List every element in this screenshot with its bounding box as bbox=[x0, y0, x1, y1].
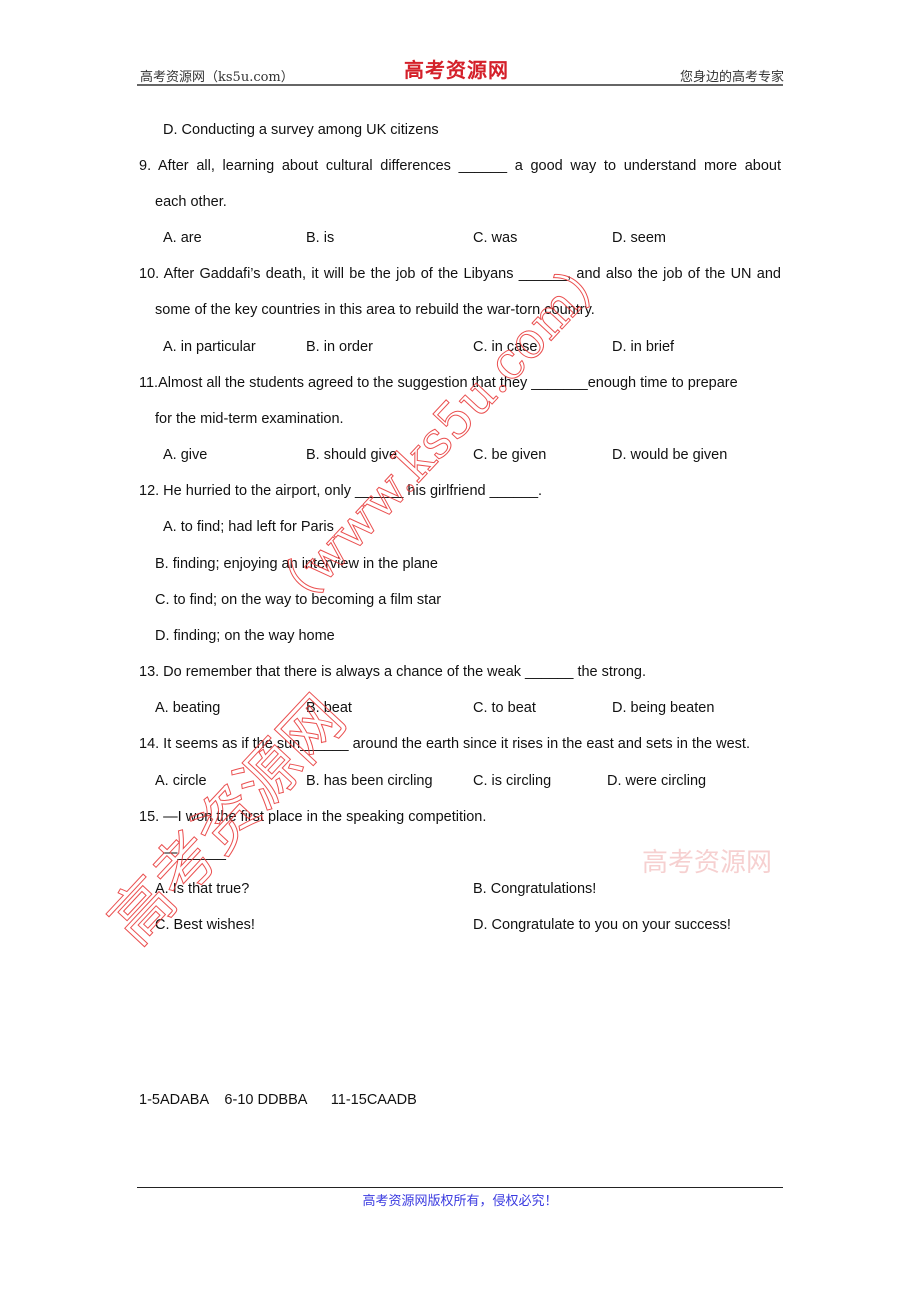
question-text: 14. It seems as if the sun______ around … bbox=[139, 736, 750, 752]
option-a: A. to find; had left for Paris bbox=[163, 519, 334, 535]
question-text: 13. Do remember that there is always a c… bbox=[139, 664, 646, 680]
response-blank: —______ bbox=[163, 845, 226, 861]
header-site-name: 高考资源网（ks5u.com） bbox=[140, 70, 294, 85]
option-a: A. beating bbox=[155, 700, 221, 716]
question-text: 11.Almost all the students agreed to the… bbox=[139, 375, 738, 391]
option-d: D. would be given bbox=[612, 447, 728, 463]
question-text: 15. —I won the first place in the speaki… bbox=[139, 809, 487, 825]
question-text: 12. He hurried to the airport, only ____… bbox=[139, 483, 543, 499]
document-page: 高考资源网（ks5u.com） 高考资源网 您身边的高考专家 D. Conduc… bbox=[0, 0, 920, 1302]
option-d: D. in brief bbox=[612, 339, 675, 355]
header-logo: 高考资源网 bbox=[404, 58, 509, 82]
option-d: D. being beaten bbox=[612, 700, 715, 716]
option-d: D. were circling bbox=[607, 773, 707, 789]
option-b: B. has been circling bbox=[306, 773, 433, 789]
question-text: each other. bbox=[155, 194, 227, 210]
option-c: C. to find; on the way to becoming a fil… bbox=[155, 592, 442, 608]
option-c: C. be given bbox=[473, 447, 547, 463]
question-text: 10. After Gaddafi’s death, it will be th… bbox=[139, 266, 781, 282]
watermark-faint-logo: 高考资源网 bbox=[642, 848, 773, 878]
footer-divider bbox=[137, 1187, 783, 1188]
option-d: D. seem bbox=[612, 230, 666, 246]
option-a: A. are bbox=[163, 230, 202, 246]
option-c: C. to beat bbox=[473, 700, 536, 716]
option-b: B. should give bbox=[306, 447, 398, 463]
option-a: A. in particular bbox=[163, 339, 256, 355]
option-c: C. is circling bbox=[473, 773, 552, 789]
option-b: B. beat bbox=[306, 700, 352, 716]
option-a: A. Is that true? bbox=[155, 881, 250, 897]
option-d: D. Congratulate to you on your success! bbox=[473, 917, 731, 933]
option-c: C. Best wishes! bbox=[155, 917, 255, 933]
option-b: B. Congratulations! bbox=[473, 881, 597, 897]
question-text: for the mid-term examination. bbox=[155, 411, 344, 427]
option-a: A. give bbox=[163, 447, 208, 463]
header-slogan: 您身边的高考专家 bbox=[679, 70, 784, 85]
option-b: B. in order bbox=[306, 339, 373, 355]
answer-key: 1-5ADABA 6-10 DDBBA 11-15CAADB bbox=[139, 1092, 417, 1108]
option-b: B. finding; enjoying an interview in the… bbox=[155, 556, 438, 572]
footer-copyright: 高考资源网版权所有，侵权必究！ bbox=[362, 1194, 558, 1209]
option-c: C. in case bbox=[473, 339, 538, 355]
question-text: 9. After all, learning about cultural di… bbox=[139, 158, 781, 174]
option-c: C. was bbox=[473, 230, 518, 246]
option-d: D. finding; on the way home bbox=[155, 628, 335, 644]
option-a: A. circle bbox=[155, 773, 207, 789]
previous-question-option: D. Conducting a survey among UK citizens bbox=[163, 122, 439, 138]
header-divider bbox=[137, 84, 783, 86]
option-b: B. is bbox=[306, 230, 335, 246]
question-text: some of the key countries in this area t… bbox=[155, 302, 595, 318]
